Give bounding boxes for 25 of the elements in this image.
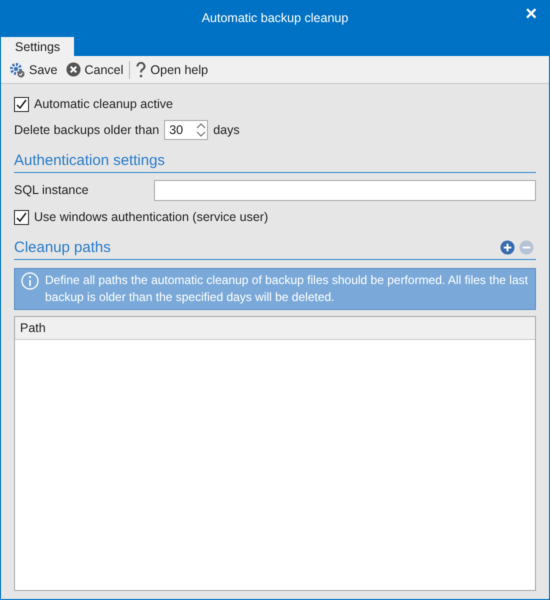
checkbox[interactable] [14, 210, 29, 224]
column-header[interactable]: Path [15, 317, 535, 340]
toolbar-button[interactable]: Cancel [62, 58, 128, 80]
tab[interactable]: Settings [1, 37, 74, 56]
info-icon [21, 272, 39, 290]
checkbox[interactable] [14, 96, 29, 112]
gear-icon [9, 62, 25, 78]
unit-label: days [213, 123, 240, 137]
close-button[interactable]: × [521, 3, 541, 26]
number-spinner[interactable]: 30 [164, 120, 208, 140]
toolbar-button[interactable]: Save [5, 58, 62, 80]
section-title: Cleanup paths [14, 238, 112, 256]
toolbar-button[interactable]: Open help [132, 58, 212, 80]
section-title: Authentication settings [14, 152, 166, 168]
window-title: Automatic backup cleanup [202, 10, 348, 27]
spin-arrows-icon [195, 122, 208, 138]
field-label: SQL instance [14, 183, 89, 197]
checkbox-label: Use windows authentication (service user) [34, 210, 268, 224]
question-mark-icon [136, 62, 146, 78]
info-text: Define all paths the automatic cleanup of backup files should be performed. All files the last backup is older than the specified days will be deleted. [45, 272, 529, 306]
checkbox-label: Automatic cleanup active [34, 97, 173, 111]
field-label: Delete backups older than [14, 123, 160, 137]
add-button[interactable] [498, 240, 517, 254]
close-circle-icon [66, 62, 80, 77]
sql-instance-field[interactable] [154, 180, 536, 200]
